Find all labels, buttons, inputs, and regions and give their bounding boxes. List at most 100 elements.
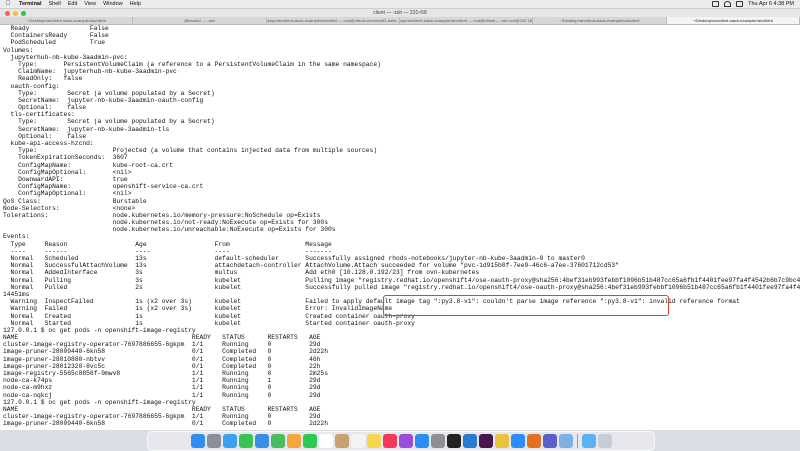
system-settings-icon[interactable] bbox=[430, 434, 445, 448]
terminal-line: node.kubernetes.io/not-ready:NoExecute o… bbox=[3, 219, 328, 227]
safari-icon[interactable] bbox=[222, 434, 237, 448]
menu-bar:  Terminal Shell Edit View Window Help T… bbox=[0, 0, 800, 9]
trash-icon[interactable] bbox=[597, 434, 612, 448]
terminal-line: node-ca-k74ps 1/1 Running 1 29d bbox=[3, 377, 321, 385]
terminal-line: node-ca-m9hxz 1/1 Running 0 29d bbox=[3, 384, 321, 392]
tab-4[interactable]: ~/Desktop/ran/client-stack-example/ran/c… bbox=[400, 17, 534, 24]
calendar-icon[interactable] bbox=[318, 434, 333, 448]
menu-view[interactable]: View bbox=[84, 1, 96, 7]
preview-icon[interactable] bbox=[558, 434, 573, 448]
terminal-line: NAME READY STATUS RESTARTS AGE bbox=[3, 334, 321, 342]
tab-1[interactable]: ~/Desktop/ran/client-stack-example/ran/c… bbox=[0, 17, 134, 24]
terminal-line: image-registry-5565c8856f-9mwv8 1/1 Runn… bbox=[3, 370, 328, 377]
tab-bar: ~/Desktop/ran/client-stack-example/ran/c… bbox=[0, 17, 800, 25]
terminal-line: Ready False bbox=[3, 25, 109, 32]
error-highlight-box bbox=[383, 295, 669, 316]
terminal-line: Normal AddedInterface 3s multus Add eth0… bbox=[3, 269, 480, 277]
terminal-line: node-ca-nqkcj 1/1 Running 0 29d bbox=[3, 391, 321, 399]
wifi-icon[interactable] bbox=[724, 1, 732, 7]
terminal-line: ---- ------ ---- ---- ------- bbox=[3, 247, 332, 255]
terminal-line: 127.0.0.1 $ oc get pods -n openshift-ima… bbox=[3, 398, 196, 406]
menu-edit[interactable]: Edit bbox=[68, 1, 77, 7]
terminal-line: Type: PersistentVolumeClaim (a reference… bbox=[3, 60, 381, 68]
zoom-icon[interactable] bbox=[510, 434, 525, 448]
terminal-line: jupyterhub-nb-kube-3aadmin-pvc: bbox=[3, 53, 128, 61]
terminal-icon[interactable] bbox=[446, 434, 461, 448]
terminal-line: Normal Pulled 2s kubelet Successfully pu… bbox=[3, 283, 800, 291]
window-title: client — -zsh — 231×58 bbox=[373, 10, 427, 16]
terminal-line: tls-certificates: bbox=[3, 111, 75, 119]
menu-window[interactable]: Window bbox=[103, 1, 123, 7]
teams-icon[interactable] bbox=[542, 434, 557, 448]
terminal-line: Volumes: bbox=[3, 46, 34, 54]
terminal-line: ConfigMapOptional: <nil> bbox=[3, 168, 132, 176]
tab-3[interactable]: ~/Desktop/ran/client-stack-example/ran/c… bbox=[267, 17, 400, 24]
battery-icon[interactable] bbox=[712, 1, 720, 7]
terminal-line: Type Reason Age From Message bbox=[3, 240, 332, 248]
photos-icon[interactable] bbox=[286, 434, 301, 448]
slack-icon[interactable] bbox=[478, 434, 493, 448]
apple-menu-icon[interactable]:  bbox=[4, 1, 12, 7]
mail-icon[interactable] bbox=[254, 434, 269, 448]
terminal-line: Normal SuccessfulAttachVolume 13s attach… bbox=[3, 262, 619, 270]
terminal-line: SecretName: jupyter-nb-kube-3aadmin-tls bbox=[3, 125, 170, 133]
dock-separator bbox=[576, 434, 578, 448]
maps-icon[interactable] bbox=[270, 434, 285, 448]
contacts-icon[interactable] bbox=[334, 434, 349, 448]
terminal-line: ReadOnly: false bbox=[3, 75, 83, 83]
terminal-line: Type: Projected (a volume that contains … bbox=[3, 147, 378, 155]
terminal-line: ContainersReady False bbox=[3, 32, 109, 40]
terminal-line: Node-Selectors: <none> bbox=[3, 204, 136, 212]
terminal-line: 127.0.0.1 $ oc get pods -n openshift-ima… bbox=[3, 326, 196, 334]
terminal-line: ConfigMapName: kube-root-ca.crt bbox=[3, 161, 174, 169]
terminal-line: node.kubernetes.io/unreachable:NoExecute… bbox=[3, 226, 336, 234]
terminal-line: Events: bbox=[3, 233, 30, 241]
dock bbox=[147, 431, 655, 451]
firefox-icon[interactable] bbox=[526, 434, 541, 448]
control-center-icon[interactable] bbox=[736, 1, 744, 7]
terminal-line: SecretName: jupyter-nb-kube-3aadmin-oaut… bbox=[3, 96, 204, 104]
clock[interactable]: Thu Apr 6 4:38 PM bbox=[748, 1, 794, 7]
tab-2[interactable]: @bastio1 — -zsh bbox=[133, 17, 267, 24]
app-store-icon[interactable] bbox=[414, 434, 429, 448]
terminal-line: image-pruner-28012320-8vc5c 0/1 Complete… bbox=[3, 362, 321, 370]
finder-icon[interactable] bbox=[190, 434, 205, 448]
downloads-folder-icon[interactable] bbox=[581, 434, 596, 448]
terminal-line: Type: Secret (a volume populated by a Se… bbox=[3, 118, 215, 126]
notes-icon[interactable] bbox=[366, 434, 381, 448]
terminal-line: image-pruner-28009440-6kn58 0/1 Complete… bbox=[3, 420, 328, 428]
reminders-icon[interactable] bbox=[350, 434, 365, 448]
terminal-line: Type: Secret (a volume populated by a Se… bbox=[3, 89, 215, 97]
terminal-line: cluster-image-registry-operator-76978866… bbox=[3, 413, 321, 421]
terminal-line: Normal Pulling 3s kubelet Pulling image … bbox=[3, 276, 800, 284]
tab-5[interactable]: ~/Desktop/ran/client-stack-example/ran/c… bbox=[533, 17, 667, 24]
menu-app-name[interactable]: Terminal bbox=[19, 1, 42, 7]
menu-help[interactable]: Help bbox=[130, 1, 141, 7]
terminal-line: Tolerations: node.kubernetes.io/memory-p… bbox=[3, 211, 321, 219]
messages-icon[interactable] bbox=[238, 434, 253, 448]
terminal-line: oauth-config: bbox=[3, 82, 60, 90]
music-icon[interactable] bbox=[382, 434, 397, 448]
terminal-line: PodScheduled True bbox=[3, 39, 106, 47]
terminal-line: image-pruner-28009440-6kn58 0/1 Complete… bbox=[3, 348, 328, 356]
terminal-line: Optional: false bbox=[3, 132, 87, 140]
terminal-line: ClaimName: jupyterhub-nb-kube-3aadmin-pv… bbox=[3, 68, 177, 76]
terminal-line: Optional: false bbox=[3, 104, 87, 112]
terminal-line: QoS Class: Burstable bbox=[3, 197, 147, 205]
vscode-icon[interactable] bbox=[462, 434, 477, 448]
launchpad-icon[interactable] bbox=[206, 434, 221, 448]
terminal-line: NAME READY STATUS RESTARTS AGE bbox=[3, 405, 321, 413]
terminal-line: image-pruner-28010880-nbtvv 0/1 Complete… bbox=[3, 355, 321, 363]
tab-6-active[interactable]: ~/Desktop/ran/client-stack-example/ran/c… bbox=[666, 17, 800, 24]
terminal-line: ConfigMapOptional: <nil> bbox=[3, 190, 132, 198]
menu-shell[interactable]: Shell bbox=[49, 1, 61, 7]
terminal-output[interactable]: Ready False ContainersReady False PodSch… bbox=[0, 25, 800, 430]
podcasts-icon[interactable] bbox=[398, 434, 413, 448]
terminal-line: Normal Started 1s kubelet Started contai… bbox=[3, 319, 415, 327]
chrome-icon[interactable] bbox=[494, 434, 509, 448]
terminal-line: kube-api-access-hzcnd: bbox=[3, 140, 94, 147]
facetime-icon[interactable] bbox=[302, 434, 317, 448]
terminal-line: ConfigMapName: openshift-service-ca.crt bbox=[3, 183, 204, 191]
terminal-line: TokenExpirationSeconds: 3607 bbox=[3, 154, 128, 162]
terminal-line: DownwardAPI: true bbox=[3, 175, 128, 183]
